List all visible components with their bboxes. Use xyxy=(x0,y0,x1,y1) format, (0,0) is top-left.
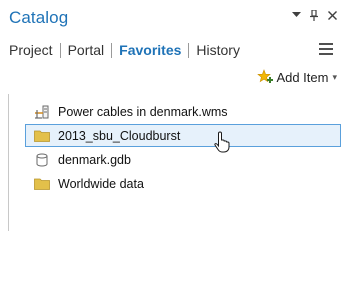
wms-server-icon xyxy=(34,105,50,119)
folder-icon xyxy=(34,129,50,143)
add-item-button[interactable]: Add Item ▾ xyxy=(257,69,337,85)
pin-icon[interactable] xyxy=(309,9,319,21)
tab-project[interactable]: Project xyxy=(9,42,53,58)
folder-icon xyxy=(34,177,50,191)
list-item[interactable]: denmark.gdb xyxy=(25,148,341,171)
pane-title: Catalog xyxy=(9,8,69,27)
tab-history[interactable]: History xyxy=(196,42,240,58)
add-item-star-icon xyxy=(257,69,274,85)
list-item-label: denmark.gdb xyxy=(58,152,131,167)
options-dropdown-icon[interactable] xyxy=(291,9,301,21)
add-item-label: Add Item xyxy=(276,69,329,85)
list-item-selected[interactable]: 2013_sbu_Cloudburst xyxy=(25,124,341,147)
chevron-down-icon[interactable]: ▾ xyxy=(332,72,337,83)
database-icon xyxy=(34,153,50,167)
tab-separator xyxy=(59,42,61,58)
catalog-tabs: Project Portal Favorites History xyxy=(9,42,240,58)
adjacent-pane-edge xyxy=(0,94,9,231)
list-item-label: 2013_sbu_Cloudburst xyxy=(58,128,181,143)
list-item[interactable]: Worldwide data xyxy=(25,172,341,195)
pane-title-controls xyxy=(291,9,337,21)
list-item[interactable]: Power cables in denmark.wms xyxy=(25,100,341,123)
catalog-pane: Catalog Project Portal Favorites History xyxy=(0,0,345,289)
tab-favorites[interactable]: Favorites xyxy=(119,42,181,58)
tab-separator xyxy=(188,42,190,58)
tab-portal[interactable]: Portal xyxy=(68,42,105,58)
menu-icon[interactable] xyxy=(319,43,333,55)
tab-separator xyxy=(111,42,113,58)
list-item-label: Power cables in denmark.wms xyxy=(58,104,228,119)
list-item-label: Worldwide data xyxy=(58,176,144,191)
close-icon[interactable] xyxy=(327,9,337,21)
favorites-list: Power cables in denmark.wms 2013_sbu_Clo… xyxy=(25,100,341,195)
